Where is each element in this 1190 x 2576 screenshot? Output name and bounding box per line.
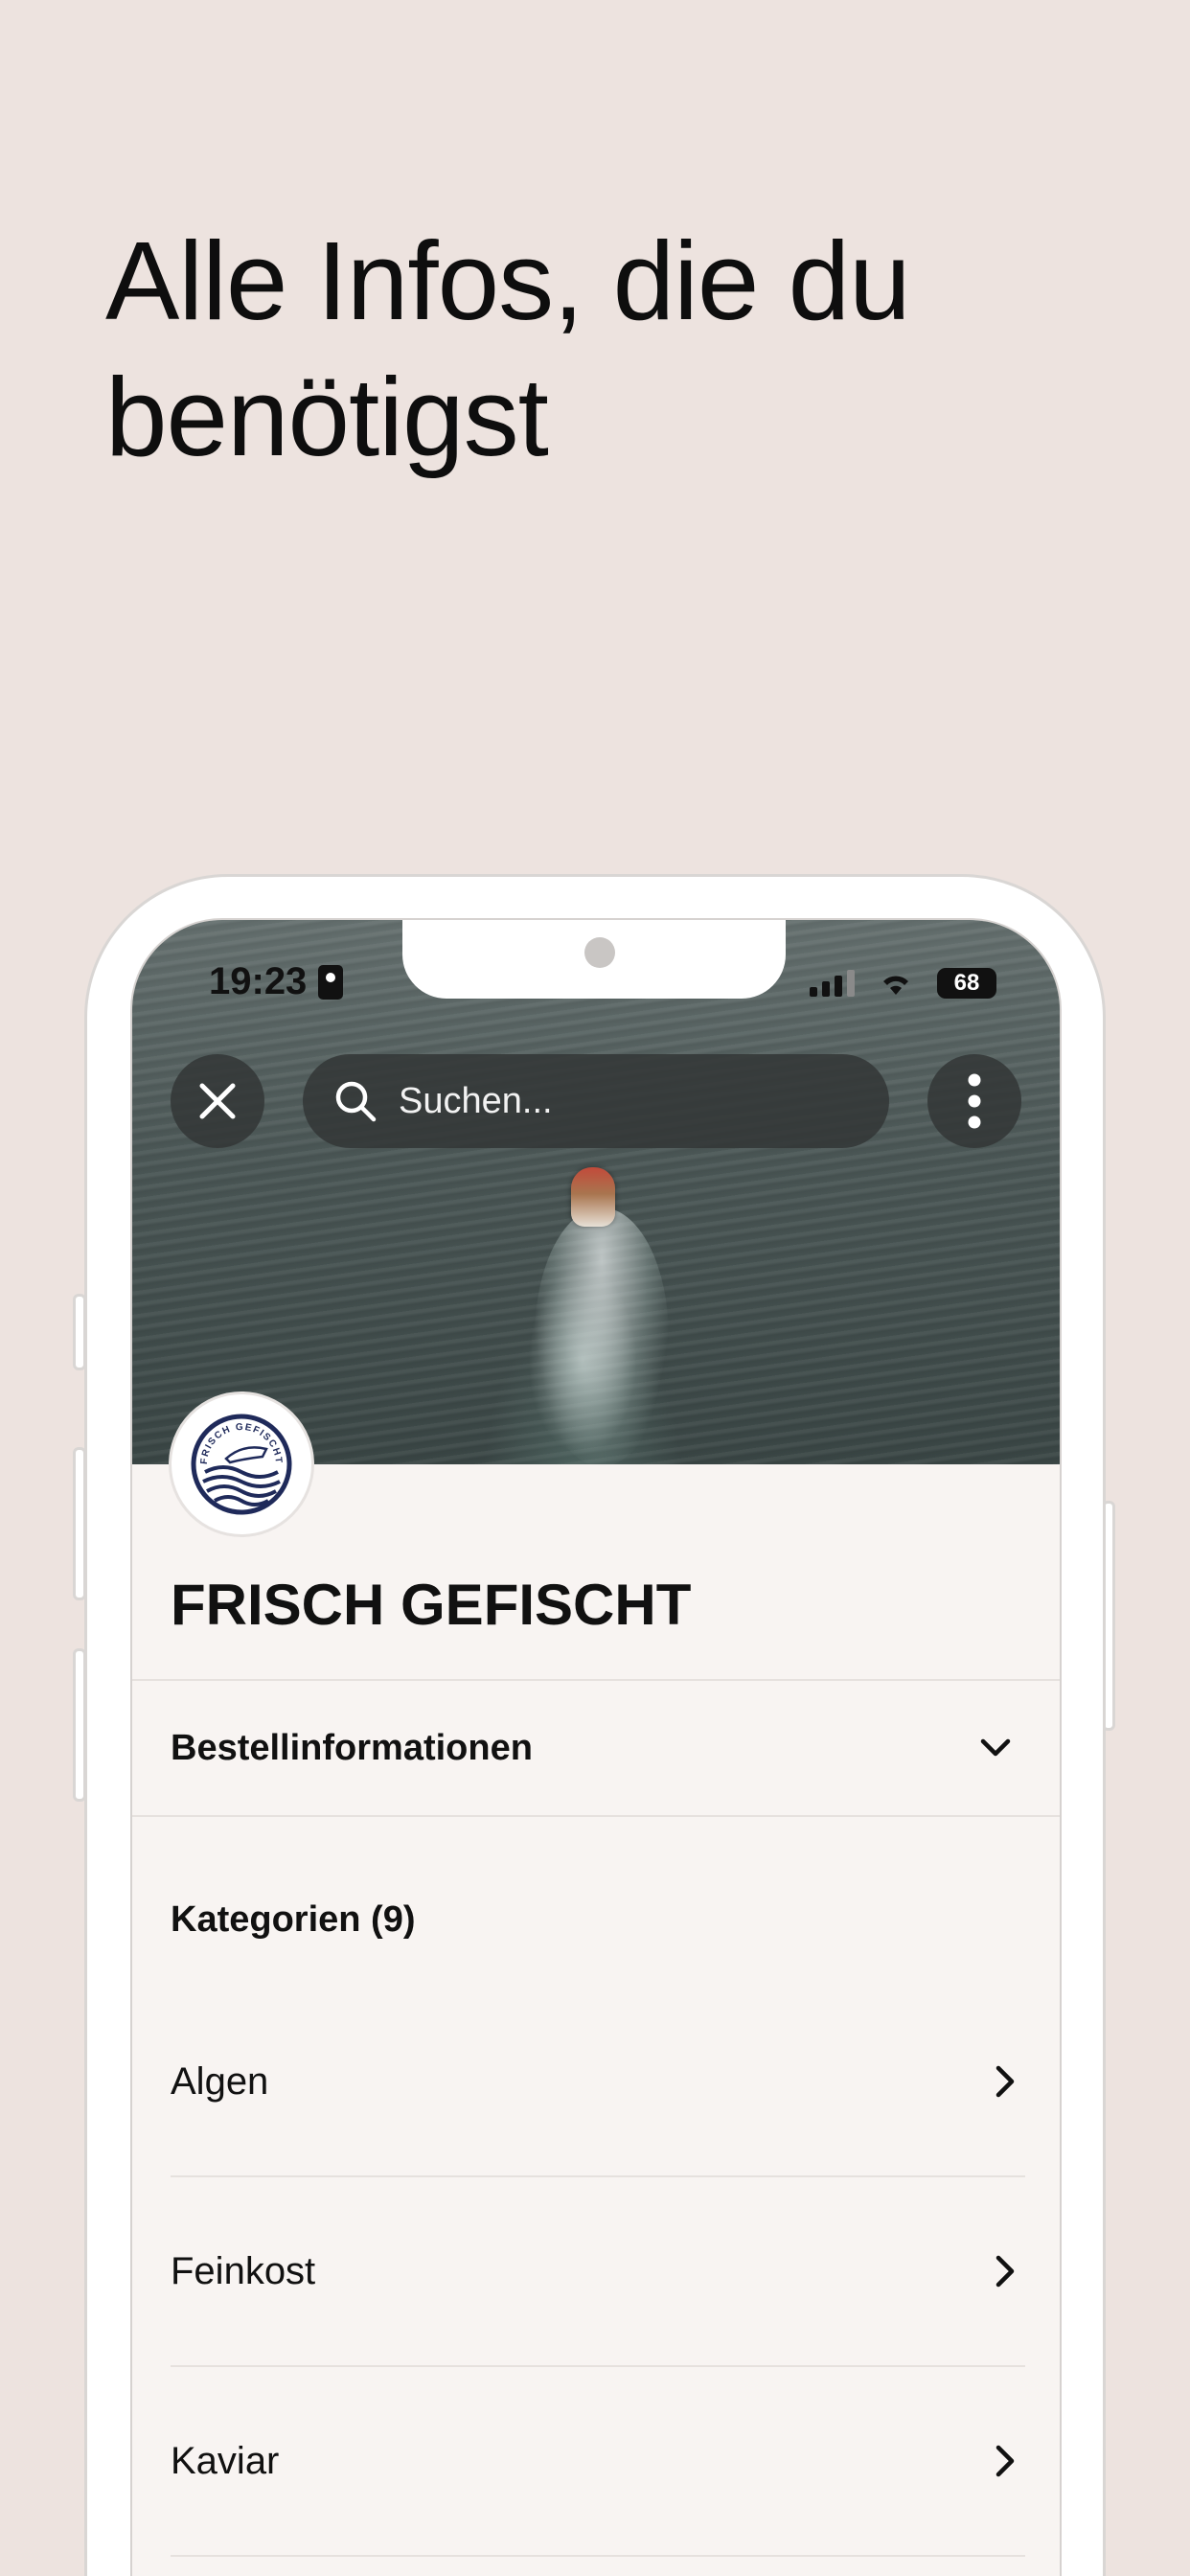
top-controls [132, 1054, 1060, 1150]
category-label: Algen [171, 2059, 269, 2103]
more-vertical-icon [968, 1073, 981, 1129]
battery-level: 68 [953, 970, 980, 996]
order-info-accordion[interactable]: Bestellinformationen [132, 1681, 1060, 1815]
close-button[interactable] [171, 1054, 264, 1148]
category-item-feinkost[interactable]: Feinkost [171, 2177, 1025, 2367]
front-camera [584, 937, 615, 968]
category-item-kaviar[interactable]: Kaviar [171, 2367, 1025, 2557]
more-options-button[interactable] [927, 1054, 1021, 1148]
battery-icon: 68 [937, 968, 996, 999]
chevron-right-icon [995, 2065, 1015, 2098]
categories-heading: Kategorien (9) [171, 1899, 416, 1940]
close-icon [199, 1083, 236, 1119]
category-label: Kaviar [171, 2439, 280, 2482]
store-name: FRISCH GEFISCHT [171, 1573, 692, 1637]
status-bar-right: 68 [810, 968, 996, 999]
accordion-label: Bestellinformationen [171, 1727, 533, 1768]
category-item-algen[interactable]: Algen [171, 1988, 1025, 2177]
chevron-down-icon [980, 1738, 1011, 1757]
page-headline: Alle Infos, die du benötigst [105, 218, 911, 479]
chevron-right-icon [995, 2445, 1015, 2477]
wifi-icon [883, 976, 908, 995]
phone-screen: 19:23 68 Suchen... FRISCH GEFISCHT FRISC… [130, 918, 1062, 2576]
store-logo-emblem: FRISCH GEFISCHT [191, 1414, 292, 1515]
search-bar[interactable] [303, 1054, 889, 1148]
divider [132, 1815, 1060, 1817]
status-bar-time: 19:23 [209, 960, 344, 1003]
notch [402, 920, 786, 999]
search-input[interactable] [399, 1080, 878, 1122]
status-time-label: 19:23 [209, 960, 308, 1002]
cellular-signal-icon [810, 970, 855, 997]
store-logo: FRISCH GEFISCHT [169, 1392, 314, 1537]
contact-card-icon [318, 964, 344, 1000]
boat-wake [535, 1208, 669, 1466]
chevron-right-icon [995, 2255, 1015, 2288]
category-label: Feinkost [171, 2249, 316, 2292]
fishing-boat [571, 1167, 615, 1227]
search-icon [335, 1081, 377, 1122]
